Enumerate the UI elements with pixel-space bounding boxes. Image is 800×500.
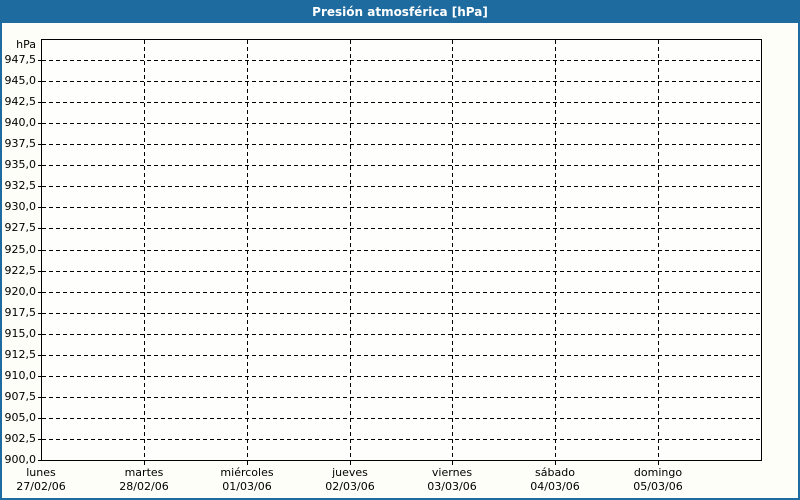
y-axis-tick xyxy=(38,186,41,187)
y-axis-tick-label: 915,0 xyxy=(2,327,36,340)
pressure-chart: hPa 947,5 945,0 942,5 940,0 937,5 935,0 932,5 9… xyxy=(2,2,798,498)
x-axis-tick xyxy=(555,461,556,465)
h-gridline xyxy=(42,165,761,166)
y-axis-tick-label: 935,0 xyxy=(2,158,36,171)
y-axis-tick-label: 925,0 xyxy=(2,243,36,256)
y-axis-unit-label: hPa xyxy=(2,38,36,51)
y-axis-tick xyxy=(38,355,41,356)
y-axis-tick xyxy=(38,102,41,103)
x-axis-day-label: martes xyxy=(119,466,168,480)
h-gridline xyxy=(42,186,761,187)
x-axis-date-label: 28/02/06 xyxy=(119,480,168,494)
y-axis-tick-label: 937,5 xyxy=(2,137,36,150)
y-axis-tick xyxy=(38,207,41,208)
v-gridline xyxy=(247,40,248,460)
y-axis-tick xyxy=(38,271,41,272)
v-gridline xyxy=(350,40,351,460)
y-axis-tick xyxy=(38,165,41,166)
x-axis-date-label: 05/03/06 xyxy=(633,480,682,494)
y-axis-tick-label: 920,0 xyxy=(2,285,36,298)
y-axis-tick-label: 940,0 xyxy=(2,116,36,129)
y-axis-tick xyxy=(38,418,41,419)
y-axis-tick xyxy=(38,123,41,124)
y-axis-tick-label: 900,0 xyxy=(2,453,36,466)
x-axis-date-label: 02/03/06 xyxy=(325,480,374,494)
y-axis-tick xyxy=(38,81,41,82)
x-axis-tick xyxy=(658,461,659,465)
h-gridline xyxy=(42,355,761,356)
x-axis-category-label: martes28/02/06 xyxy=(119,466,168,494)
x-axis-day-label: lunes xyxy=(16,466,65,480)
h-gridline xyxy=(42,292,761,293)
x-axis-tick xyxy=(350,461,351,465)
y-axis-tick-label: 910,0 xyxy=(2,369,36,382)
y-axis-tick xyxy=(38,250,41,251)
y-axis-tick xyxy=(38,144,41,145)
h-gridline xyxy=(42,81,761,82)
y-axis-tick-label: 905,0 xyxy=(2,411,36,424)
h-gridline xyxy=(42,144,761,145)
v-gridline xyxy=(144,40,145,460)
v-gridline xyxy=(658,40,659,460)
y-axis-tick xyxy=(38,460,41,461)
y-axis-tick-label: 907,5 xyxy=(2,390,36,403)
x-axis-category-label: domingo05/03/06 xyxy=(633,466,682,494)
x-axis-tick xyxy=(452,461,453,465)
y-axis-tick-label: 922,5 xyxy=(2,264,36,277)
y-axis-tick xyxy=(38,228,41,229)
h-gridline xyxy=(42,334,761,335)
chart-window: Presión atmosférica [hPa] hPa 947,5945,0… xyxy=(0,0,800,500)
h-gridline xyxy=(42,102,761,103)
x-axis-date-label: 03/03/06 xyxy=(427,480,476,494)
h-gridline xyxy=(42,271,761,272)
x-axis-date-label: 04/03/06 xyxy=(530,480,579,494)
x-axis-day-label: sábado xyxy=(530,466,579,480)
x-axis-category-label: jueves02/03/06 xyxy=(325,466,374,494)
y-axis-tick xyxy=(38,313,41,314)
v-gridline xyxy=(452,40,453,460)
y-axis-tick xyxy=(38,60,41,61)
h-gridline xyxy=(42,228,761,229)
y-axis-tick-label: 947,5 xyxy=(2,53,36,66)
x-axis-day-label: jueves xyxy=(325,466,374,480)
h-gridline xyxy=(42,250,761,251)
y-axis-tick-label: 942,5 xyxy=(2,95,36,108)
x-axis-category-label: miércoles01/03/06 xyxy=(220,466,273,494)
x-axis-tick xyxy=(144,461,145,465)
v-gridline xyxy=(555,40,556,460)
x-axis-date-label: 27/02/06 xyxy=(16,480,65,494)
h-gridline xyxy=(42,123,761,124)
x-axis-category-label: viernes03/03/06 xyxy=(427,466,476,494)
y-axis-tick xyxy=(38,334,41,335)
h-gridline xyxy=(42,207,761,208)
y-axis-tick-label: 932,5 xyxy=(2,179,36,192)
x-axis-date-label: 01/03/06 xyxy=(220,480,273,494)
y-axis-tick xyxy=(38,292,41,293)
x-axis-day-label: miércoles xyxy=(220,466,273,480)
x-axis-category-label: lunes27/02/06 xyxy=(16,466,65,494)
x-axis-day-label: viernes xyxy=(427,466,476,480)
h-gridline xyxy=(42,439,761,440)
y-axis-tick-label: 902,5 xyxy=(2,432,36,445)
x-axis-day-label: domingo xyxy=(633,466,682,480)
y-axis-tick-label: 917,5 xyxy=(2,306,36,319)
y-axis-tick-label: 930,0 xyxy=(2,200,36,213)
x-axis-tick xyxy=(247,461,248,465)
h-gridline xyxy=(42,60,761,61)
h-gridline xyxy=(42,376,761,377)
y-axis-tick-label: 945,0 xyxy=(2,74,36,87)
y-axis-tick xyxy=(38,439,41,440)
h-gridline xyxy=(42,418,761,419)
y-axis-tick xyxy=(38,397,41,398)
y-axis-tick xyxy=(38,376,41,377)
y-axis-tick-label: 912,5 xyxy=(2,348,36,361)
h-gridline xyxy=(42,313,761,314)
y-axis-tick-label: 927,5 xyxy=(2,221,36,234)
h-gridline xyxy=(42,397,761,398)
x-axis-category-label: sábado04/03/06 xyxy=(530,466,579,494)
